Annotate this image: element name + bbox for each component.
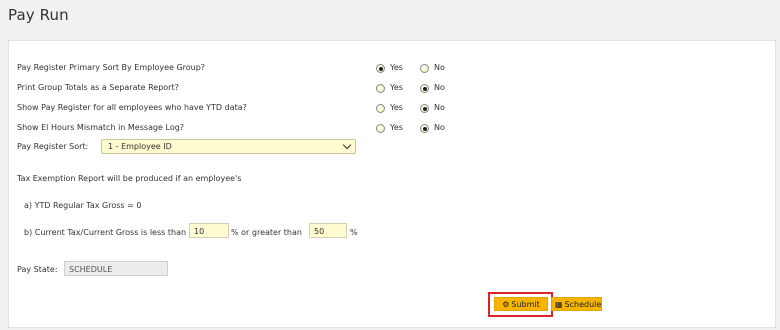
schedule-button[interactable]: ▦ Schedule bbox=[551, 297, 602, 311]
q2-yes-label: Yes bbox=[390, 83, 403, 92]
q3-no-radio[interactable] bbox=[420, 104, 429, 113]
schedule-label: Schedule bbox=[564, 299, 602, 309]
q1-no-label: No bbox=[434, 63, 445, 72]
greater-than-input[interactable]: 50 bbox=[309, 223, 347, 238]
tax-intro: Tax Exemption Report will be produced if… bbox=[17, 174, 242, 183]
tax-line-a: a) YTD Regular Tax Gross = 0 bbox=[24, 201, 142, 210]
pay-register-sort-select[interactable]: 1 - Employee ID bbox=[101, 139, 356, 154]
less-than-input[interactable]: 10 bbox=[189, 223, 229, 238]
q4-yes-radio[interactable] bbox=[376, 124, 385, 133]
page-title: Pay Run bbox=[8, 6, 69, 24]
tax-line-b: b) Current Tax/Current Gross is less tha… bbox=[24, 228, 187, 237]
q4-no-radio[interactable] bbox=[420, 124, 429, 133]
q1-yes-radio[interactable] bbox=[376, 64, 385, 73]
q4-no-label: No bbox=[434, 123, 445, 132]
q1-no-radio[interactable] bbox=[420, 64, 429, 73]
calendar-icon: ▦ bbox=[555, 299, 563, 309]
question-label: Print Group Totals as a Separate Report? bbox=[17, 83, 179, 92]
submit-button[interactable]: ⚙ Submit bbox=[494, 297, 548, 311]
q3-yes-label: Yes bbox=[390, 103, 403, 112]
q2-no-radio[interactable] bbox=[420, 84, 429, 93]
q1-yes-label: Yes bbox=[390, 63, 403, 72]
sort-selected-value: 1 - Employee ID bbox=[108, 142, 172, 151]
pay-run-form: Pay Register Primary Sort By Employee Gr… bbox=[8, 40, 776, 328]
sort-label: Pay Register Sort: bbox=[17, 142, 89, 151]
q2-yes-radio[interactable] bbox=[376, 84, 385, 93]
q3-no-label: No bbox=[434, 103, 445, 112]
q3-yes-radio[interactable] bbox=[376, 104, 385, 113]
submit-label: Submit bbox=[511, 299, 540, 309]
percent-label: % bbox=[350, 228, 358, 237]
gear-icon: ⚙ bbox=[502, 299, 510, 309]
question-label: Show Pay Register for all employees who … bbox=[17, 103, 247, 112]
chevron-down-icon bbox=[342, 140, 352, 150]
pay-state-label: Pay State: bbox=[17, 265, 58, 274]
q4-yes-label: Yes bbox=[390, 123, 403, 132]
pay-state-field: SCHEDULE bbox=[64, 261, 168, 276]
question-label: Pay Register Primary Sort By Employee Gr… bbox=[17, 63, 206, 72]
question-label: Show El Hours Mismatch in Message Log? bbox=[17, 123, 185, 132]
q2-no-label: No bbox=[434, 83, 445, 92]
greater-than-label: % or greater than bbox=[231, 228, 302, 237]
